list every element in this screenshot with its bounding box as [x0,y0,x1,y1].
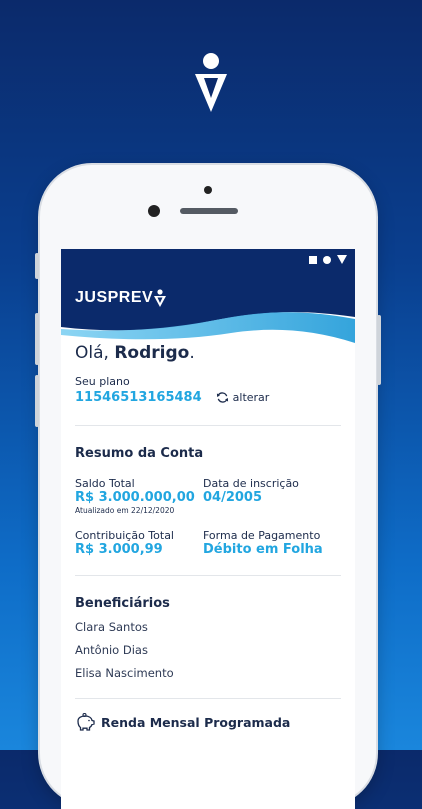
beneficiary-item: Elisa Nascimento [75,666,174,680]
monthly-income-title: Renda Mensal Programada [101,714,291,730]
beneficiary-item: Clara Santos [75,620,148,634]
payment-method-value: Débito em Folha [203,542,323,557]
divider [75,425,341,426]
plan-number: 11546513165484 [75,390,202,405]
mute-switch [35,253,39,279]
payment-method: Forma de Pagamento Débito em Folha [203,529,331,557]
jusprev-logo-icon [195,53,227,112]
plan-label: Seu plano [75,375,130,388]
account-summary-grid: Saldo Total R$ 3.000.000,00 Atualizado e… [75,477,341,557]
total-contribution: Contribuição Total R$ 3.000,99 [75,529,203,557]
monthly-income-section[interactable]: Renda Mensal Programada [75,713,341,731]
power-button [377,315,381,385]
change-plan-button[interactable]: alterar [216,391,270,404]
volume-up-button [35,313,39,365]
home-icon [323,255,331,264]
greeting-prefix: Olá, [75,343,115,363]
refresh-icon [216,392,228,403]
app-screen: JUSPREV Olá, Rodrigo. Seu plano 11546513… [61,249,355,809]
total-contribution-label: Contribuição Total [75,529,174,542]
change-plan-label: alterar [232,391,270,404]
divider [75,698,341,699]
updated-note: Atualizado em 22/12/2020 [75,506,175,515]
greeting-suffix: . [189,343,195,363]
earpiece-speaker [180,208,238,214]
plan-row: 11546513165484 alterar [75,390,341,405]
enrollment-value: 04/2005 [203,490,263,505]
volume-down-button [35,375,39,427]
total-contribution-value: R$ 3.000,99 [75,542,163,557]
enrollment-label: Data de inscrição [203,477,299,490]
main-content: Olá, Rodrigo. Seu plano 11546513165484 a… [75,343,341,731]
recent-apps-icon [309,255,317,264]
total-balance-value: R$ 3.000.000,00 [75,490,195,505]
beneficiary-item: Antônio Dias [75,643,148,657]
beneficiaries-title: Beneficiários [75,596,170,611]
greeting: Olá, Rodrigo. [75,343,341,369]
brand-mark-icon [154,289,167,307]
piggy-bank-icon [77,713,95,731]
total-balance-label: Saldo Total [75,477,135,490]
app-brand-logo: JUSPREV [75,289,167,307]
divider [75,575,341,576]
beneficiaries-list: Clara Santos Antônio Dias Elisa Nascimen… [75,620,341,680]
payment-method-label: Forma de Pagamento [203,529,321,542]
back-icon [337,255,347,264]
total-balance: Saldo Total R$ 3.000.000,00 Atualizado e… [75,477,203,515]
user-name: Rodrigo [114,343,190,363]
phone-frame: JUSPREV Olá, Rodrigo. Seu plano 11546513… [35,165,381,809]
front-camera [148,205,160,217]
proximity-sensor [204,186,212,194]
brand-name: JUSPREV [75,289,154,306]
enrollment-date: Data de inscrição 04/2005 [203,477,331,515]
status-bar [309,255,347,264]
account-summary-title: Resumo da Conta [75,446,204,461]
